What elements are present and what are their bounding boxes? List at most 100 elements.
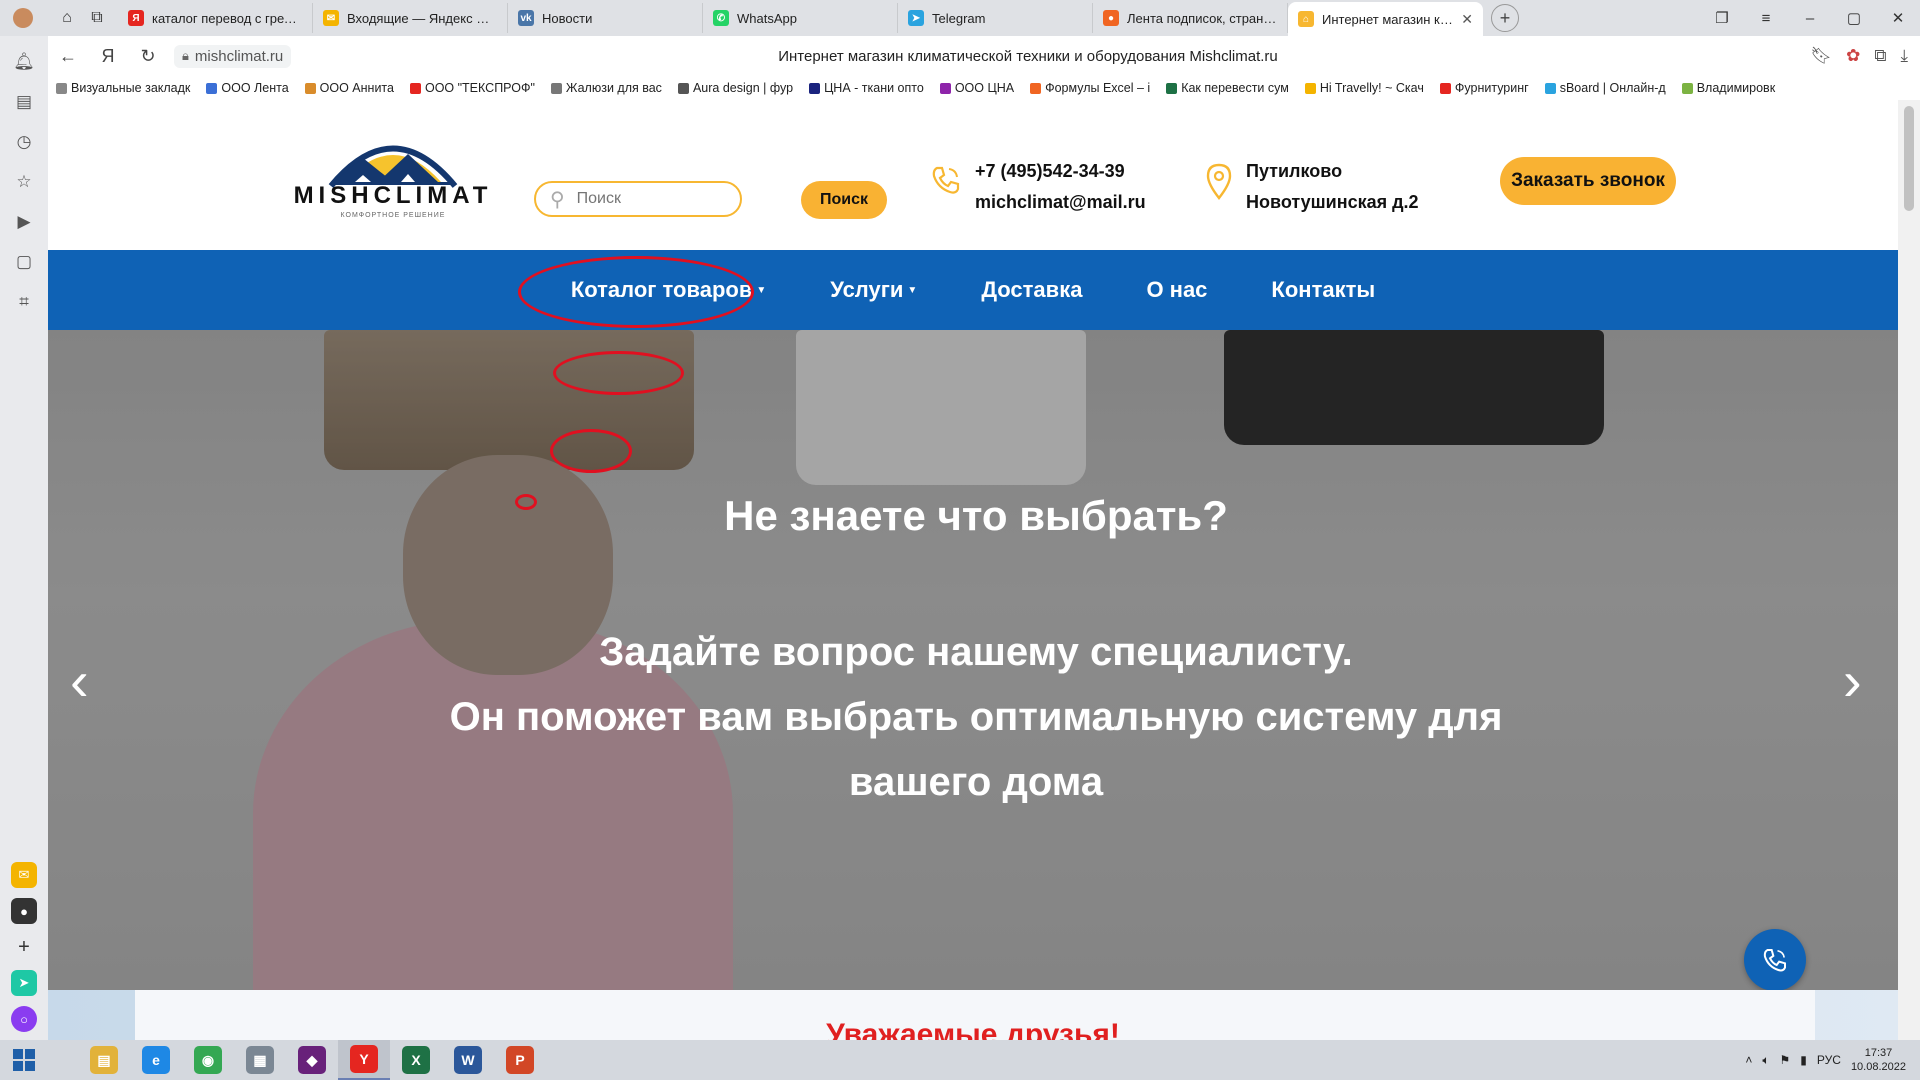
clock[interactable]: 17:37 10.08.2022: [1851, 1046, 1906, 1074]
tab-title: Интернет магазин клим: [1322, 11, 1454, 27]
search-button[interactable]: Поиск: [801, 181, 887, 219]
taskbar-app[interactable]: P: [494, 1040, 546, 1080]
browser-tab[interactable]: ● Лента подписок, страниц: [1093, 3, 1288, 33]
dropdown-caret-icon: ▼: [756, 284, 767, 296]
clock-date: 10.08.2022: [1850, 1061, 1906, 1073]
search-box[interactable]: ⚲: [534, 181, 742, 217]
bookmark-item[interactable]: Hi Travelly! ~ Скач: [1297, 81, 1432, 95]
dropdown-caret-icon: ▼: [907, 284, 918, 296]
new-tab-button[interactable]: +: [1491, 4, 1519, 32]
bookmark-item[interactable]: ООО Лента: [198, 81, 296, 95]
browser-tab[interactable]: Якаталог перевод с греческ: [118, 3, 313, 33]
favorites-star-icon[interactable]: ☆: [10, 168, 38, 196]
send-app-icon[interactable]: ➤: [11, 970, 37, 996]
maximize-button[interactable]: ▢: [1832, 0, 1876, 36]
messenger-app-icon[interactable]: ●: [11, 898, 37, 924]
order-callback-button[interactable]: Заказать звонок: [1500, 157, 1676, 205]
close-window-button[interactable]: ✕: [1876, 0, 1920, 36]
bookmark-item[interactable]: ЦНА - ткани опто: [801, 81, 932, 95]
taskbar-app[interactable]: e: [130, 1040, 182, 1080]
address-bar: ← Я ↻ 🔒︎ mishclimat.ru Интернет магазин …: [48, 36, 1920, 77]
volume-icon[interactable]: 🔈︎: [1762, 1053, 1769, 1068]
flag-icon[interactable]: ⚑: [1780, 1053, 1791, 1067]
bookmark-favicon-icon: [550, 82, 562, 94]
back-button[interactable]: ←: [48, 36, 88, 76]
bookmark-item[interactable]: Владимировк: [1674, 81, 1783, 95]
taskbar-app[interactable]: ▤: [78, 1040, 130, 1080]
nav-item-label: О нас: [1146, 277, 1208, 302]
slider-prev-arrow[interactable]: ‹: [70, 648, 89, 713]
bookmark-item[interactable]: Как перевести сум: [1158, 81, 1297, 95]
extension-icon[interactable]: ✿: [1846, 46, 1860, 66]
yandex-logo-icon[interactable]: Я: [88, 36, 128, 76]
url-field[interactable]: 🔒︎ mishclimat.ru: [174, 44, 292, 68]
phone-number[interactable]: +7 (495)542-34-39: [975, 156, 1146, 187]
home-tab-icon[interactable]: ⌂: [52, 5, 82, 31]
nav-item[interactable]: Доставка: [949, 277, 1114, 303]
mail-app-icon[interactable]: ✉: [11, 862, 37, 888]
bookmark-item[interactable]: Формулы Excel – i: [1022, 81, 1158, 95]
site-header: MISHCLIMAT КОМФОРТНОЕ РЕШЕНИЕ ⚲ Поиск +7…: [48, 100, 1898, 250]
tray-expand-icon[interactable]: ˄: [1745, 1053, 1752, 1067]
yandex-icon: Я: [128, 10, 144, 26]
hero-title: Не знаете что выбрать?: [724, 492, 1228, 539]
history-icon[interactable]: ◷: [10, 128, 38, 156]
bookmark-item[interactable]: Визуальные закладк: [48, 81, 198, 95]
profile-avatar[interactable]: [8, 5, 38, 31]
menu-icon[interactable]: ≡: [1744, 0, 1788, 36]
nav-item[interactable]: О нас: [1114, 277, 1239, 303]
start-button[interactable]: [0, 1040, 48, 1080]
close-tab-icon[interactable]: ✕: [1461, 11, 1473, 28]
collections-icon[interactable]: ▤: [10, 88, 38, 116]
notifications-icon[interactable]: 🔔︎: [10, 48, 38, 76]
search-input[interactable]: [574, 189, 719, 209]
network-icon[interactable]: ▮: [1800, 1053, 1807, 1067]
bookmark-label: ООО Аннита: [319, 81, 394, 95]
downloads-icon[interactable]: ⤓: [1900, 46, 1908, 66]
screenshot-icon[interactable]: ⌗: [10, 288, 38, 316]
browser-tab[interactable]: vk Новости: [508, 3, 703, 33]
minimize-button[interactable]: –: [1788, 0, 1832, 36]
bookmark-label: ЦНА - ткани опто: [824, 81, 924, 95]
bookmark-item[interactable]: Жалюзи для вас: [543, 81, 670, 95]
browser-tab[interactable]: ✉ Входящие — Яндекс Почт: [313, 3, 508, 33]
bookmark-icon[interactable]: 🔖︎: [1811, 46, 1833, 66]
browser-tab[interactable]: ➤ Telegram: [898, 3, 1093, 33]
scrollbar-thumb[interactable]: [1904, 106, 1914, 211]
bookmark-item[interactable]: ООО Аннита: [297, 81, 402, 95]
window-controls: ❐ ≡ – ▢ ✕: [1700, 0, 1920, 36]
page-scrollbar[interactable]: [1898, 100, 1920, 1040]
taskbar-app[interactable]: ◆: [286, 1040, 338, 1080]
browser-tab[interactable]: ⌂ Интернет магазин клим ✕: [1288, 2, 1483, 36]
browser-sidebar: 🔔︎ ▤ ◷ ☆ ▶ ▢ ⌗ ✉ ● + ➤ ○: [0, 36, 48, 1040]
reload-button[interactable]: ↻: [128, 36, 168, 76]
taskbar-app[interactable]: ◉: [182, 1040, 234, 1080]
nav-item[interactable]: Услуги ▼: [798, 277, 949, 303]
bookmark-item[interactable]: Фурнитуринг: [1432, 81, 1537, 95]
add-tab-group-icon[interactable]: ⧉: [82, 5, 112, 31]
add-app-icon[interactable]: +: [11, 934, 37, 960]
bookmark-favicon-icon: [677, 82, 689, 94]
language-indicator[interactable]: РУС: [1817, 1053, 1841, 1067]
bookmark-item[interactable]: sBoard | Онлайн-д: [1537, 81, 1674, 95]
alice-assistant-icon[interactable]: ○: [11, 1006, 37, 1032]
taskbar-app[interactable]: X: [390, 1040, 442, 1080]
bookmark-item[interactable]: ООО "ТЕКСПРОФ": [402, 81, 543, 95]
nav-item[interactable]: Контакты: [1239, 277, 1407, 303]
callback-floating-button[interactable]: [1744, 929, 1806, 991]
vk-icon: vk: [518, 10, 534, 26]
collections-icon[interactable]: ⧉: [1874, 46, 1886, 66]
video-icon[interactable]: ▶: [10, 208, 38, 236]
tabs-manager-icon[interactable]: ❐: [1700, 0, 1744, 36]
notes-icon[interactable]: ▢: [10, 248, 38, 276]
bookmark-item[interactable]: ООО ЦНА: [932, 81, 1022, 95]
email-address[interactable]: michclimat@mail.ru: [975, 187, 1146, 218]
taskbar-app[interactable]: ▦: [234, 1040, 286, 1080]
bookmark-label: Визуальные закладк: [71, 81, 191, 95]
taskbar-app[interactable]: W: [442, 1040, 494, 1080]
browser-tab[interactable]: ✆ WhatsApp: [703, 3, 898, 33]
taskbar-app[interactable]: Y: [338, 1040, 390, 1080]
slider-next-arrow[interactable]: ›: [1843, 648, 1862, 713]
annotation-circle-2: [550, 429, 632, 473]
bookmark-item[interactable]: Aura design | фур: [670, 81, 801, 95]
